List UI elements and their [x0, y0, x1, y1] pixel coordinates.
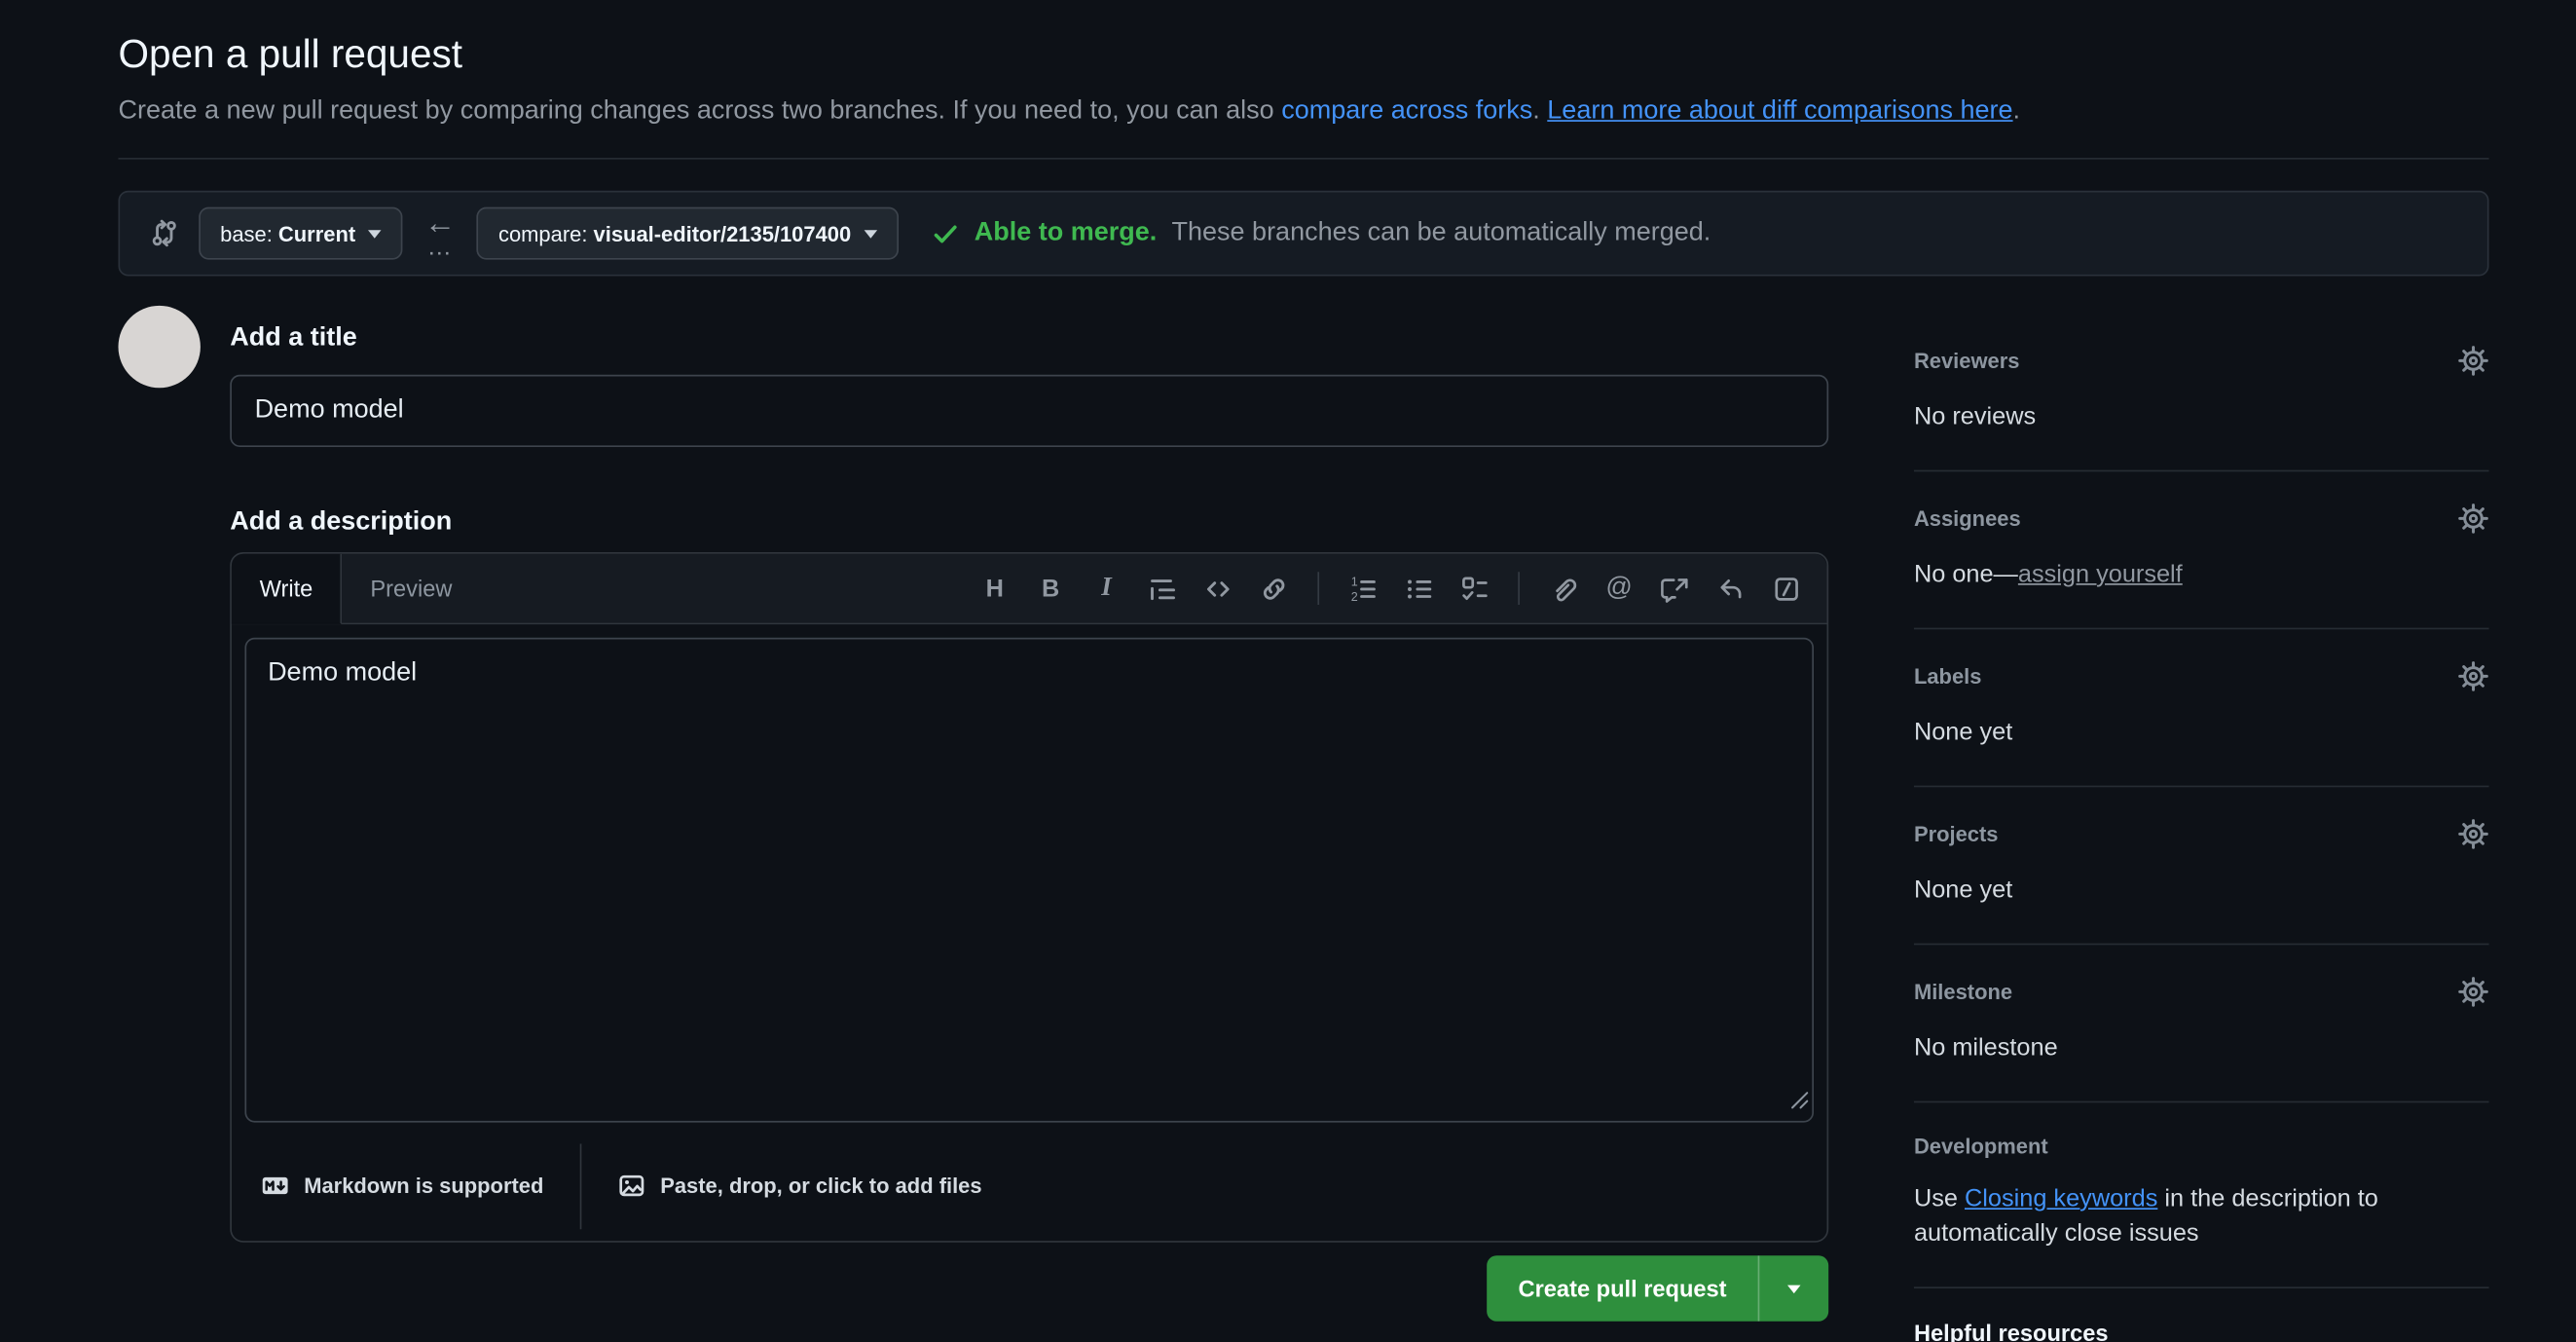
gear-icon[interactable]	[2458, 503, 2489, 534]
toolbar-divider	[1317, 572, 1319, 605]
diff-comparisons-link[interactable]: Learn more about diff comparisons here	[1547, 97, 2012, 126]
assignees-heading: Assignees	[1914, 506, 2021, 531]
page-title: Open a pull request	[119, 29, 2489, 82]
compare-across-forks-link[interactable]: compare across forks	[1281, 97, 1532, 126]
reply-icon[interactable]	[1707, 565, 1754, 613]
ellipsis-icon: …	[427, 234, 454, 258]
sidebar-section-reviewers: Reviewers No reviews	[1914, 345, 2489, 471]
unordered-list-icon[interactable]	[1395, 565, 1443, 613]
reviewers-heading: Reviewers	[1914, 349, 2020, 373]
compare-branch-selector[interactable]: compare: visual-editor/2135/107400	[477, 207, 899, 260]
markdown-toolbar: H B I @	[971, 554, 1826, 623]
development-heading: Development	[1914, 1134, 2048, 1158]
tab-write[interactable]: Write	[232, 554, 343, 625]
quote-icon[interactable]	[1138, 565, 1186, 613]
pr-description-textarea[interactable]: Demo model	[244, 638, 1814, 1123]
description-heading: Add a description	[230, 503, 1828, 542]
sidebar-section-projects: Projects None yet	[1914, 787, 2489, 945]
attach-files-area[interactable]: Paste, drop, or click to add files	[617, 1171, 981, 1199]
base-prefix: base:	[220, 221, 273, 245]
resize-handle[interactable]	[1789, 1088, 1809, 1117]
actions-row: Create pull request	[230, 1255, 1828, 1322]
labels-heading: Labels	[1914, 664, 1982, 689]
page-subtitle: Create a new pull request by comparing c…	[119, 93, 2489, 132]
pr-title-input[interactable]	[230, 375, 1828, 447]
markdown-supported-label: Markdown is supported	[304, 1173, 543, 1197]
milestone-heading: Milestone	[1914, 980, 2012, 1004]
labels-body: None yet	[1914, 715, 2489, 749]
title-heading: Add a title	[230, 318, 1828, 358]
create-pull-request-split-button: Create pull request	[1487, 1255, 1828, 1322]
italic-icon[interactable]: I	[1083, 565, 1130, 613]
helpful-resources-heading: Helpful resources	[1914, 1320, 2489, 1342]
compare-direction-indicator: ← …	[424, 207, 456, 258]
closing-keywords-link[interactable]: Closing keywords	[1965, 1185, 2157, 1213]
cross-reference-icon[interactable]	[1651, 565, 1699, 613]
code-icon[interactable]	[1195, 565, 1242, 613]
tasklist-icon[interactable]	[1451, 565, 1498, 613]
projects-body: None yet	[1914, 873, 2489, 907]
create-pull-request-button[interactable]: Create pull request	[1487, 1255, 1757, 1322]
ordered-list-icon[interactable]	[1339, 565, 1386, 613]
sidebar-section-milestone: Milestone No milestone	[1914, 945, 2489, 1102]
editor-header: Write Preview H B I	[232, 554, 1827, 625]
subtitle-separator: .	[1532, 97, 1547, 126]
markdown-editor: Write Preview H B I	[230, 552, 1828, 1243]
assignees-none-text: No one—	[1914, 560, 2018, 588]
markdown-supported[interactable]: Markdown is supported	[261, 1171, 543, 1199]
sidebar-section-helpful-resources: Helpful resources GitHub Community Guide…	[1914, 1288, 2489, 1342]
compare-branch-name: visual-editor/2135/107400	[594, 221, 852, 245]
image-icon	[617, 1171, 645, 1199]
pull-request-page: Open a pull request Create a new pull re…	[0, 0, 2576, 1342]
branch-compare-bar: base: Current ← … compare: visual-editor…	[119, 191, 2489, 277]
base-branch-name: Current	[278, 221, 355, 245]
subtitle-text: Create a new pull request by comparing c…	[119, 97, 1282, 126]
gear-icon[interactable]	[2458, 660, 2489, 691]
bold-icon[interactable]: B	[1027, 565, 1075, 613]
merge-status-bold: Able to merge.	[975, 218, 1158, 247]
chevron-down-icon	[1787, 1285, 1801, 1292]
compare-prefix: compare:	[498, 221, 587, 245]
slash-command-icon[interactable]	[1763, 565, 1811, 613]
base-branch-selector[interactable]: base: Current	[199, 207, 403, 260]
assignees-body: No one—assign yourself	[1914, 557, 2489, 591]
avatar	[119, 306, 201, 388]
check-icon	[932, 219, 960, 247]
toolbar-divider	[1518, 572, 1520, 605]
sidebar: Reviewers No reviews Assignees No one—as…	[1914, 306, 2489, 1342]
markdown-icon	[261, 1171, 289, 1199]
sidebar-section-development: Development Use Closing keywords in the …	[1914, 1102, 2489, 1288]
projects-heading: Projects	[1914, 822, 1999, 846]
gear-icon[interactable]	[2458, 976, 2489, 1007]
gear-icon[interactable]	[2458, 345, 2489, 376]
chevron-down-icon	[369, 229, 383, 237]
editor-body: Demo model	[232, 624, 1827, 1136]
attach-file-icon[interactable]	[1539, 565, 1587, 613]
link-icon[interactable]	[1250, 565, 1298, 613]
subtitle-period: .	[2013, 97, 2021, 126]
development-text: Use	[1914, 1185, 1965, 1213]
merge-status: Able to merge. These branches can be aut…	[932, 218, 1711, 247]
assign-yourself-link[interactable]: assign yourself	[2018, 560, 2183, 588]
attach-files-label: Paste, drop, or click to add files	[660, 1173, 981, 1197]
sidebar-section-labels: Labels None yet	[1914, 629, 2489, 787]
sidebar-section-assignees: Assignees No one—assign yourself	[1914, 471, 2489, 629]
header-divider	[119, 158, 2489, 160]
create-pull-request-options[interactable]	[1758, 1255, 1829, 1322]
reviewers-body: No reviews	[1914, 399, 2489, 433]
merge-status-text: These branches can be automatically merg…	[1172, 218, 1711, 247]
editor-footer: Markdown is supported Paste, drop, or cl…	[232, 1136, 1827, 1241]
development-body: Use Closing keywords in the description …	[1914, 1181, 2489, 1250]
chevron-down-icon	[865, 229, 878, 237]
milestone-body: No milestone	[1914, 1030, 2489, 1064]
mention-icon[interactable]: @	[1596, 565, 1643, 613]
main-column: Add a title Add a description Write Prev…	[230, 306, 1828, 1342]
gear-icon[interactable]	[2458, 818, 2489, 849]
tab-preview[interactable]: Preview	[343, 554, 480, 623]
footer-divider	[580, 1144, 582, 1230]
git-compare-icon	[150, 218, 179, 247]
heading-icon[interactable]: H	[971, 565, 1018, 613]
